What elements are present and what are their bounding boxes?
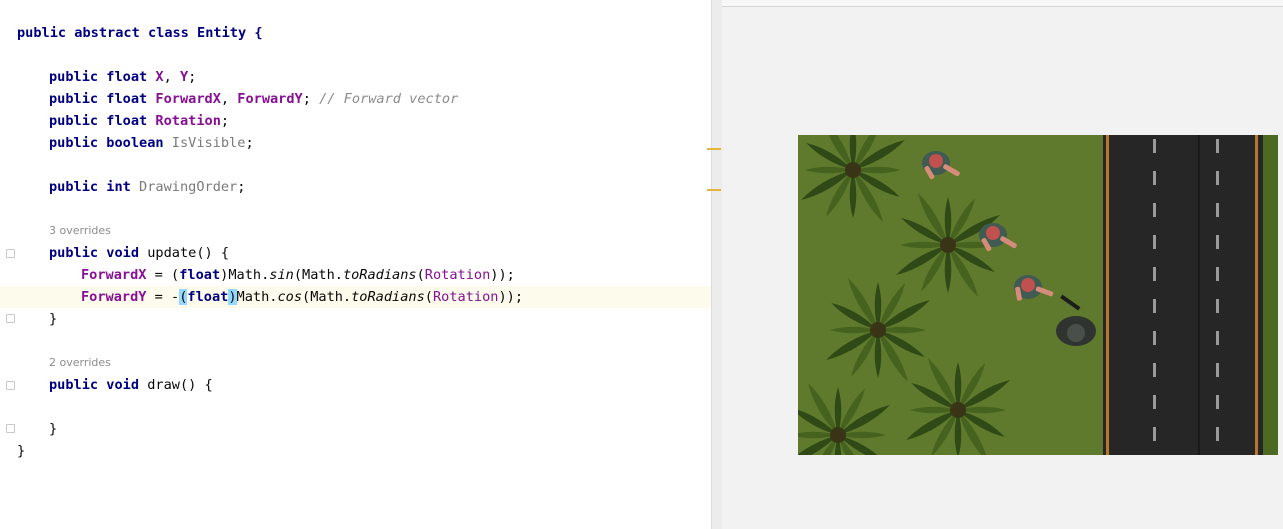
keyword: float [187, 289, 229, 305]
keyword: public void [49, 245, 148, 261]
game-screenshot [798, 135, 1278, 455]
method-signature: draw() { [147, 377, 213, 393]
closing-brace: } [49, 421, 58, 437]
code-line: } [17, 440, 25, 462]
keyword: public boolean [49, 135, 172, 151]
warning-marker[interactable] [707, 148, 721, 150]
field-name: ForwardX [81, 267, 147, 283]
code-text: (Math. [293, 267, 343, 283]
code-line-current: ForwardY = - ( float)Math.cos(Math.toRadia… [81, 286, 523, 308]
method-signature: update() { [147, 245, 230, 261]
method-call: cos [277, 289, 303, 305]
method-call: toRadians [351, 289, 425, 305]
code-line: public float ForwardX, ForwardY; // Forw… [49, 88, 458, 110]
punctuation: ; [245, 135, 254, 151]
lane-dash [1153, 139, 1156, 153]
lane-dash [1216, 299, 1219, 313]
punctuation: )); [490, 267, 515, 283]
lane-dash [1153, 267, 1156, 281]
lane-dash [1153, 395, 1156, 409]
field-name: ForwardY [237, 91, 303, 107]
preview-toolbar [722, 0, 1283, 7]
closing-brace: } [49, 311, 58, 327]
overrides-hint[interactable]: 2 overrides [49, 352, 111, 374]
lane-dash [1153, 427, 1156, 441]
code-text: )Math. [220, 267, 270, 283]
road-edge-line [1106, 135, 1109, 455]
punctuation: )); [498, 289, 524, 305]
keyword: public float [49, 113, 156, 129]
code-line: public void update() { [49, 242, 229, 264]
lane-dash [1216, 331, 1219, 345]
fold-marker-icon[interactable] [6, 381, 15, 390]
field-name: Rotation [155, 113, 221, 129]
fold-marker-icon[interactable] [6, 424, 15, 433]
keyword: float [179, 267, 221, 283]
code-text: Math. [236, 289, 278, 305]
overrides-hint[interactable]: 3 overrides [49, 220, 111, 242]
lane-dash [1216, 363, 1219, 377]
matched-bracket: ) [228, 289, 237, 305]
code-editor[interactable]: public abstract class Entity { public fl… [0, 0, 712, 529]
code-line: public float X, Y; [49, 66, 196, 88]
punctuation: ; [188, 69, 197, 85]
fold-marker-icon[interactable] [6, 249, 15, 258]
code-comment: // Forward vector [319, 91, 459, 107]
punctuation: ; [220, 113, 230, 129]
lane-dash [1216, 235, 1219, 249]
keyword: public void [49, 377, 148, 393]
road [1103, 135, 1278, 455]
field-name: Rotation [424, 267, 491, 283]
lane-dash [1153, 235, 1156, 249]
lane-dash [1153, 299, 1156, 313]
lane-dash [1216, 427, 1219, 441]
lane-dash [1153, 331, 1156, 345]
game-preview-panel [722, 0, 1283, 529]
operator: = ( [146, 267, 180, 283]
method-call: sin [269, 267, 294, 283]
keyword: public float [49, 91, 156, 107]
punctuation: ( [416, 267, 425, 283]
warning-marker[interactable] [707, 189, 721, 191]
code-line: } [49, 418, 57, 440]
field-name: X [155, 69, 164, 85]
keyword: public float [49, 69, 156, 85]
lane-dash [1153, 203, 1156, 217]
code-line: public float Rotation; [49, 110, 229, 132]
punctuation: ; [302, 91, 320, 107]
lane-dash [1216, 203, 1219, 217]
punctuation: , [220, 91, 238, 107]
unused-field-name: DrawingOrder [139, 179, 238, 195]
code-line: } [49, 308, 57, 330]
grass-strip [1263, 135, 1278, 455]
code-line: public abstract class Entity { [17, 22, 263, 44]
punctuation: ; [237, 179, 246, 195]
field-name: Y [179, 69, 189, 85]
field-name: Rotation [432, 289, 499, 305]
lane-dash [1216, 139, 1219, 153]
code-line: ForwardX = (float)Math.sin(Math.toRadian… [81, 264, 515, 286]
lane-dash [1153, 171, 1156, 185]
lane-dash [1153, 363, 1156, 377]
punctuation: , [163, 69, 180, 85]
class-declaration: public abstract class Entity { [17, 25, 263, 41]
field-name: ForwardY [81, 289, 147, 305]
method-call: toRadians [342, 267, 417, 283]
lane-dash [1216, 267, 1219, 281]
code-line: public boolean IsVisible; [49, 132, 254, 154]
code-line: public void draw() { [49, 374, 213, 396]
code-line: public int DrawingOrder; [49, 176, 245, 198]
punctuation: ( [424, 289, 433, 305]
road-edge-line [1255, 135, 1258, 455]
closing-brace: } [17, 443, 26, 459]
unused-field-name: IsVisible [171, 135, 246, 151]
lane-divider [1198, 135, 1200, 455]
code-text: (Math. [302, 289, 352, 305]
keyword: public int [49, 179, 140, 195]
lane-dash [1216, 395, 1219, 409]
lane-dash [1216, 171, 1219, 185]
operator: = - [146, 289, 180, 305]
fold-marker-icon[interactable] [6, 314, 15, 323]
field-name: ForwardX [155, 91, 221, 107]
